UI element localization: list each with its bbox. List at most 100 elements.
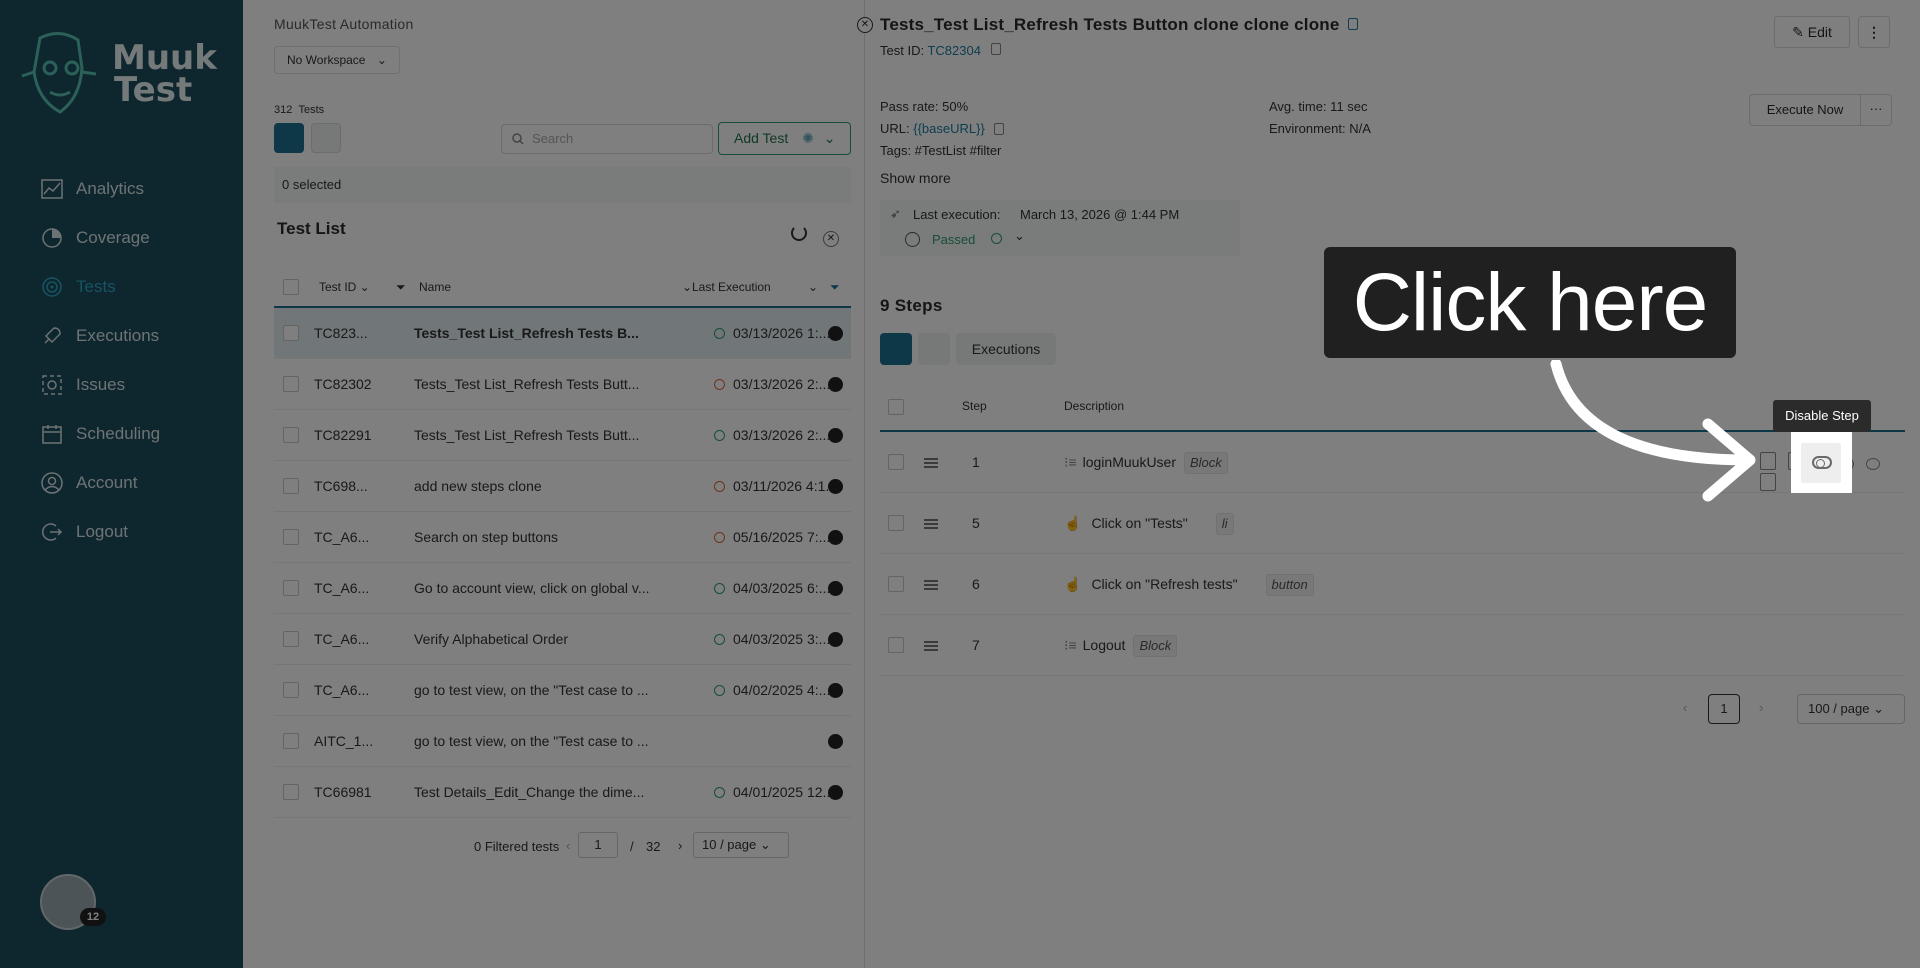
run-test-icon[interactable]: [828, 377, 843, 392]
prev-page-button[interactable]: ‹: [566, 838, 570, 853]
drag-handle-icon[interactable]: [924, 554, 938, 615]
sidebar-item-coverage[interactable]: Coverage: [0, 213, 243, 262]
row-test-name[interactable]: Search on step buttons: [414, 512, 664, 563]
step-description[interactable]: ☝ Click on "Refresh tests" button: [1064, 554, 1314, 615]
eye-icon[interactable]: [1866, 458, 1880, 470]
step-checkbox[interactable]: [888, 515, 904, 531]
select-all-checkbox[interactable]: [283, 279, 299, 295]
run-test-icon[interactable]: [828, 326, 843, 341]
column-test-id[interactable]: Test ID ⌄: [319, 266, 370, 308]
row-test-name[interactable]: go to test view, on the "Test case to ..…: [414, 716, 664, 767]
list-view-button[interactable]: [274, 123, 304, 153]
sidebar-item-executions[interactable]: Executions: [0, 311, 243, 360]
table-row[interactable]: AITC_1... go to test view, on the "Test c…: [274, 716, 851, 767]
tab-edit-steps[interactable]: [918, 333, 950, 365]
run-test-icon[interactable]: [828, 530, 843, 545]
run-test-icon[interactable]: [828, 428, 843, 443]
row-checkbox[interactable]: [283, 478, 299, 494]
more-options-button[interactable]: ⋮: [1858, 16, 1890, 48]
page-size-select[interactable]: 10 / page ⌄: [693, 832, 789, 858]
run-test-icon[interactable]: [828, 632, 843, 647]
step-checkbox[interactable]: [888, 576, 904, 592]
show-more-link[interactable]: Show more: [880, 170, 951, 186]
row-checkbox[interactable]: [283, 631, 299, 647]
row-test-name[interactable]: add new steps clone: [414, 461, 664, 512]
filter-icon[interactable]: ⏷: [830, 266, 840, 308]
column-name[interactable]: Name: [419, 266, 451, 308]
table-row[interactable]: TC_A6... go to test view, on the "Test ca…: [274, 665, 851, 716]
table-row[interactable]: TC_A6... Verify Alphabetical Order 04/03/2…: [274, 614, 851, 665]
run-test-icon[interactable]: [828, 479, 843, 494]
row-checkbox[interactable]: [283, 529, 299, 545]
row-test-name[interactable]: Test Details_Edit_Change the dime...: [414, 767, 664, 818]
row-checkbox[interactable]: [283, 682, 299, 698]
table-row[interactable]: TC82291 Tests_Test List_Refresh Tests But…: [274, 410, 851, 461]
drag-handle-icon[interactable]: [924, 493, 938, 554]
copy-icon[interactable]: [1348, 18, 1359, 30]
row-test-name[interactable]: Go to account view, click on global v...: [414, 563, 664, 614]
edit-button[interactable]: ✎ Edit: [1774, 16, 1850, 48]
add-test-button[interactable]: Add Test ✺ ⌄: [718, 122, 851, 155]
sidebar-item-scheduling[interactable]: Scheduling: [0, 409, 243, 458]
copy-icon[interactable]: [994, 123, 1005, 135]
prev-page-button[interactable]: ‹: [1683, 700, 1687, 715]
table-row[interactable]: TC_A6... Go to account view, click on glo…: [274, 563, 851, 614]
step-description[interactable]: ⁝≡ loginMuukUser Block: [1064, 432, 1228, 493]
execute-options-button[interactable]: ···: [1860, 94, 1892, 126]
row-test-name[interactable]: Tests_Test List_Refresh Tests B...: [414, 308, 664, 359]
row-checkbox[interactable]: [283, 784, 299, 800]
drag-handle-icon[interactable]: [924, 615, 938, 676]
close-circle-icon[interactable]: ✕: [822, 231, 839, 247]
test-id-link[interactable]: TC82304: [927, 43, 980, 58]
page-size-select[interactable]: 100 / page ⌄: [1797, 694, 1905, 724]
step-checkbox[interactable]: [888, 637, 904, 653]
tab-executions[interactable]: Executions: [956, 333, 1056, 365]
step-row[interactable]: 6 ☝ Click on "Refresh tests" button: [880, 554, 1905, 615]
row-test-name[interactable]: Tests_Test List_Refresh Tests Butt...: [414, 359, 664, 410]
step-row[interactable]: 7 ⁝≡ Logout Block: [880, 615, 1905, 676]
table-row[interactable]: TC698... add new steps clone 03/11/2026 4:…: [274, 461, 851, 512]
sidebar-item-analytics[interactable]: Analytics: [0, 164, 243, 213]
execute-now-button[interactable]: Execute Now: [1749, 94, 1861, 126]
row-checkbox[interactable]: [283, 580, 299, 596]
search-input[interactable]: Search: [501, 124, 713, 154]
sidebar-item-tests[interactable]: Tests: [0, 262, 243, 311]
page-input[interactable]: 1: [578, 832, 618, 858]
filter-icon[interactable]: ⏷: [396, 266, 406, 308]
table-row[interactable]: TC66981 Test Details_Edit_Change the dime…: [274, 767, 851, 818]
sidebar-item-account[interactable]: Account: [0, 458, 243, 507]
row-test-name[interactable]: Verify Alphabetical Order: [414, 614, 664, 665]
select-all-steps-checkbox[interactable]: [888, 399, 904, 415]
chevron-down-icon[interactable]: ⌄: [682, 266, 692, 308]
run-test-icon[interactable]: [828, 785, 843, 800]
next-page-button[interactable]: ›: [678, 838, 682, 853]
run-test-icon[interactable]: [828, 683, 843, 698]
refresh-icon[interactable]: [791, 225, 807, 241]
run-test-icon[interactable]: [828, 734, 843, 749]
column-last-execution[interactable]: Last Execution: [692, 266, 771, 308]
row-test-name[interactable]: go to test view, on the "Test case to ..…: [414, 665, 664, 716]
row-checkbox[interactable]: [283, 325, 299, 341]
step-checkbox[interactable]: [888, 454, 904, 470]
row-test-name[interactable]: Tests_Test List_Refresh Tests Butt...: [414, 410, 664, 461]
tab-steps[interactable]: [880, 333, 912, 365]
disable-step-button[interactable]: [1801, 443, 1841, 483]
table-row[interactable]: TC823... Tests_Test List_Refresh Tests B.…: [274, 308, 851, 359]
row-checkbox[interactable]: [283, 376, 299, 392]
table-row[interactable]: TC_A6... Search on step buttons 05/16/2025…: [274, 512, 851, 563]
close-circle-icon[interactable]: ✕: [857, 17, 873, 33]
drag-handle-icon[interactable]: [924, 432, 938, 493]
copy-icon[interactable]: [990, 43, 1001, 55]
run-test-icon[interactable]: [828, 581, 843, 596]
play-icon[interactable]: [905, 232, 920, 247]
next-page-button[interactable]: ›: [1759, 700, 1763, 715]
row-checkbox[interactable]: [283, 427, 299, 443]
page-1-button[interactable]: 1: [1708, 694, 1740, 724]
table-row[interactable]: TC82302 Tests_Test List_Refresh Tests But…: [274, 359, 851, 410]
chevron-down-icon[interactable]: ⌄: [1014, 228, 1025, 244]
sidebar-item-issues[interactable]: Issues: [0, 360, 243, 409]
chevron-down-icon[interactable]: ⌄: [808, 266, 818, 308]
step-description[interactable]: ☝ Click on "Tests" li: [1064, 493, 1234, 554]
row-checkbox[interactable]: [283, 733, 299, 749]
step-description[interactable]: ⁝≡ Logout Block: [1064, 615, 1178, 676]
